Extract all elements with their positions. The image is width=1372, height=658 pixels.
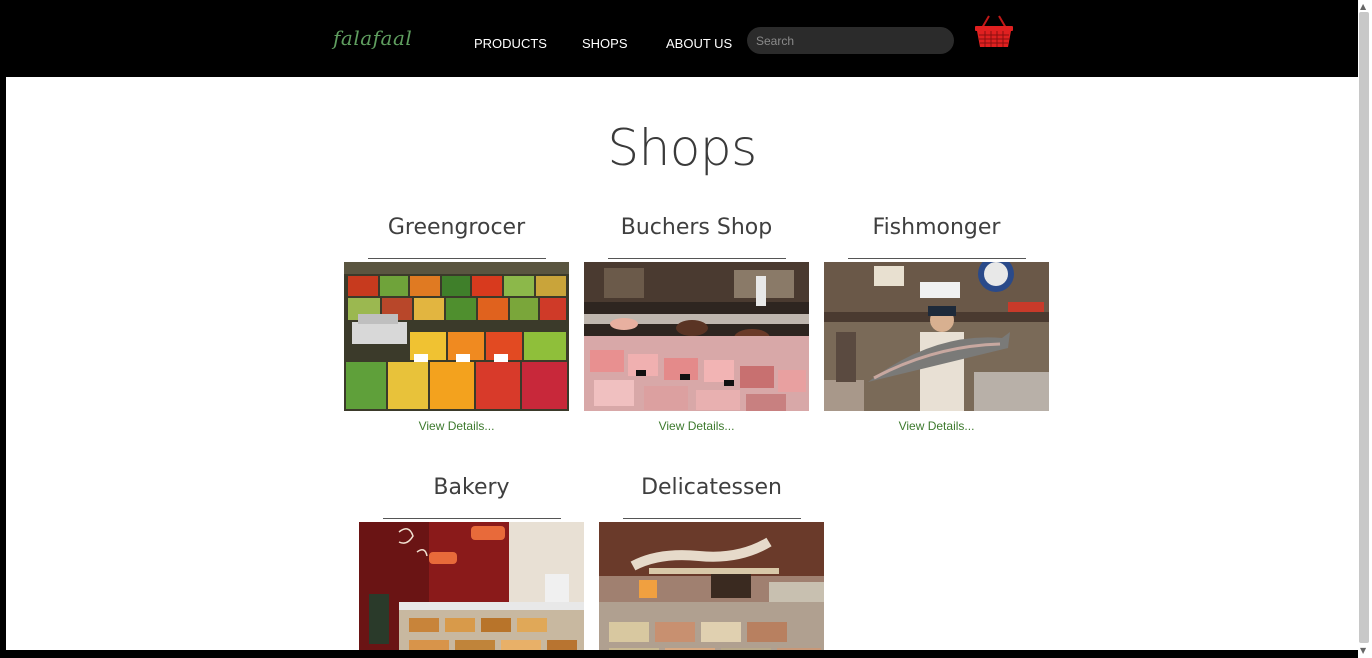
scrollbar-thumb[interactable] <box>1359 12 1369 643</box>
view-details-link[interactable]: View Details... <box>584 419 809 433</box>
shop-card-greengrocer: Greengrocer View Details... <box>344 212 569 433</box>
view-details-link[interactable]: View Details... <box>344 419 569 433</box>
view-details-link[interactable]: View Details... <box>824 419 1049 433</box>
shop-title: Buchers Shop <box>620 215 773 240</box>
shop-title: Fishmonger <box>872 215 1001 240</box>
title-divider <box>382 518 561 519</box>
nav-about-us[interactable]: ABOUT US <box>666 36 732 51</box>
search-input[interactable] <box>747 27 954 54</box>
page-title: Shops <box>607 119 757 177</box>
shop-title: Delicatessen <box>641 475 782 500</box>
shopping-basket-icon[interactable] <box>974 14 1014 48</box>
bottom-edge <box>0 650 1360 658</box>
nav-products[interactable]: PRODUCTS <box>474 36 547 51</box>
top-navbar: falafaal PRODUCTS SHOPS ABOUT US <box>0 0 1360 77</box>
scroll-down-icon[interactable]: ▼ <box>1360 646 1366 655</box>
title-divider <box>607 258 786 259</box>
scroll-up-icon[interactable]: ▲ <box>1360 2 1366 11</box>
browser-frame: falafaal PRODUCTS SHOPS ABOUT US Shops G… <box>0 0 1372 658</box>
shop-card-bakery: Bakery <box>359 472 584 650</box>
title-divider <box>367 258 546 259</box>
main-content: Shops Greengrocer View Details... Bucher… <box>6 77 1358 650</box>
shop-title: Bakery <box>433 475 510 500</box>
bakery-image[interactable] <box>359 522 584 650</box>
nav-shops[interactable]: SHOPS <box>582 36 628 51</box>
greengrocer-image[interactable] <box>344 262 569 411</box>
shop-card-fishmonger: Fishmonger View Details... <box>824 212 1049 433</box>
title-divider <box>622 518 801 519</box>
shop-card-buchers-shop: Buchers Shop View Details... <box>584 212 809 433</box>
fishmonger-image[interactable] <box>824 262 1049 411</box>
shop-title: Greengrocer <box>387 215 526 240</box>
site-logo[interactable]: falafaal <box>333 26 412 50</box>
buchers-shop-image[interactable] <box>584 262 809 411</box>
title-divider <box>847 258 1026 259</box>
shop-card-delicatessen: Delicatessen <box>599 472 824 650</box>
delicatessen-image[interactable] <box>599 522 824 650</box>
